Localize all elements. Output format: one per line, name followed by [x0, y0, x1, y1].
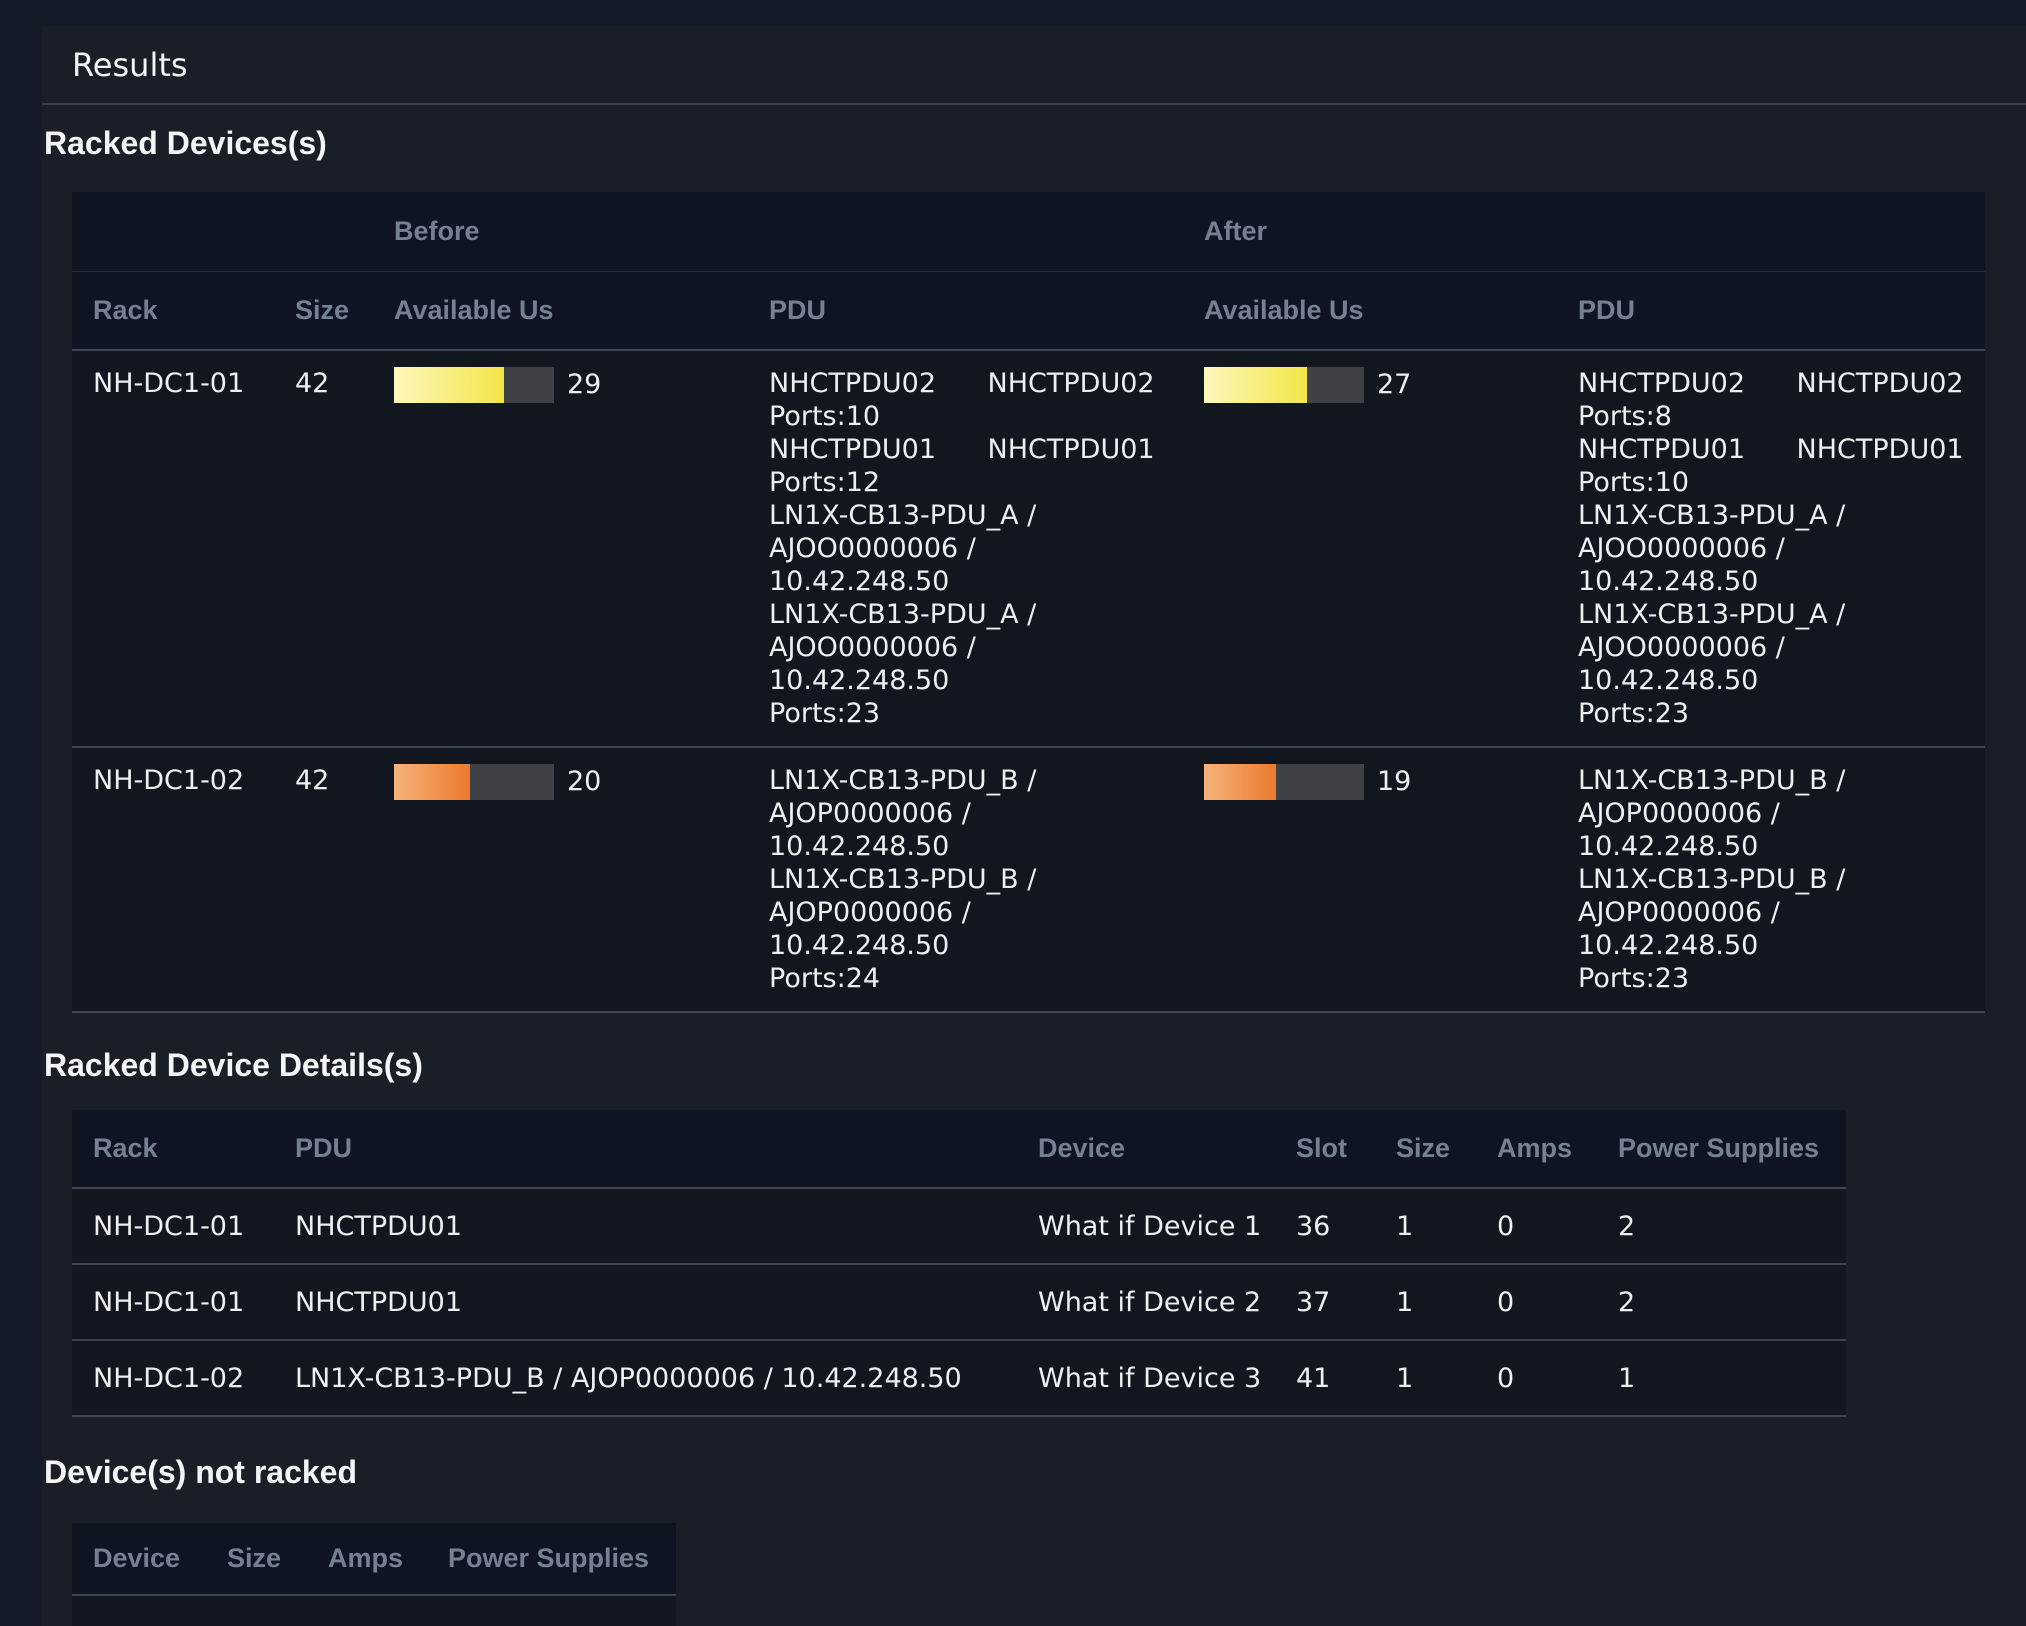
details-table-row: NH-DC1-02 LN1X-CB13-PDU_B / AJOP0000006 … [72, 1341, 1846, 1417]
pdu-cell: NHCTPDU01 [274, 1210, 1017, 1243]
results-card-header: Results [42, 26, 2026, 105]
not-racked-empty-row [72, 1596, 676, 1626]
column-header-rack: Rack [72, 1133, 274, 1164]
column-header-pdu-after: PDU [1557, 295, 1985, 326]
column-header-power-supplies: Power Supplies [1597, 1133, 1846, 1164]
rack-cell: NH-DC1-01 [72, 1286, 274, 1319]
available-us-after-cell: 19 [1183, 764, 1557, 995]
rack-cell: NH-DC1-02 [72, 1362, 274, 1395]
results-page: Results Racked Devices(s) Before After R… [0, 0, 2026, 1626]
results-card: Results Racked Devices(s) Before After R… [42, 26, 2026, 1626]
pdu-after-cell: NHCTPDU02 NHCTPDU02 Ports:8 NHCTPDU01 NH… [1557, 367, 1985, 730]
size-cell: 42 [274, 367, 373, 730]
availability-bar [394, 764, 554, 800]
racked-devices-table: Before After Rack Size Available Us PDU … [72, 192, 1985, 1013]
racked-device-details-section-title: Racked Device Details(s) [44, 1047, 2026, 1084]
pdu-before-cell: LN1X-CB13-PDU_B / AJOP0000006 / 10.42.24… [748, 764, 1183, 995]
pdu-cell: NHCTPDU01 [274, 1286, 1017, 1319]
availability-bar [1204, 367, 1364, 403]
slot-cell: 36 [1275, 1210, 1375, 1243]
device-cell: What if Device 1 [1017, 1210, 1275, 1243]
device-cell: What if Device 2 [1017, 1286, 1275, 1319]
column-header-amps: Amps [1476, 1133, 1597, 1164]
size-cell: 1 [1375, 1210, 1476, 1243]
availability-bar [1204, 764, 1364, 800]
availability-bar-fill [1204, 764, 1276, 800]
racked-devices-column-header-row: Rack Size Available Us PDU Available Us … [72, 272, 1985, 351]
details-table-row: NH-DC1-01 NHCTPDU01 What if Device 2 37 … [72, 1265, 1846, 1341]
group-header-before: Before [373, 216, 1183, 247]
available-us-value: 29 [567, 367, 601, 403]
size-cell: 1 [1375, 1286, 1476, 1319]
rack-cell: NH-DC1-01 [72, 1210, 274, 1243]
racked-devices-group-header-row: Before After [72, 192, 1985, 272]
column-header-size: Size [274, 295, 373, 326]
column-header-rack: Rack [72, 295, 274, 326]
power-supplies-cell: 2 [1597, 1210, 1846, 1243]
column-header-slot: Slot [1275, 1133, 1375, 1164]
details-table-row: NH-DC1-01 NHCTPDU01 What if Device 1 36 … [72, 1189, 1846, 1265]
column-header-pdu: PDU [274, 1133, 1017, 1164]
devices-not-racked-section-title: Device(s) not racked [44, 1454, 2026, 1491]
size-cell: 42 [274, 764, 373, 995]
column-header-power-supplies: Power Supplies [427, 1543, 676, 1574]
availability-bar-fill [394, 367, 504, 403]
device-cell: What if Device 3 [1017, 1362, 1275, 1395]
available-us-before-cell: 29 [373, 367, 748, 730]
amps-cell: 0 [1476, 1286, 1597, 1319]
details-column-header-row: Rack PDU Device Slot Size Amps Power Sup… [72, 1110, 1846, 1189]
column-header-device: Device [1017, 1133, 1275, 1164]
availability-bar [394, 367, 554, 403]
group-header-after: After [1183, 216, 1985, 247]
column-header-device: Device [72, 1543, 206, 1574]
amps-cell: 0 [1476, 1362, 1597, 1395]
column-header-available-before: Available Us [373, 295, 748, 326]
rack-cell: NH-DC1-02 [72, 764, 274, 995]
rack-cell: NH-DC1-01 [72, 367, 274, 730]
size-cell: 1 [1375, 1362, 1476, 1395]
slot-cell: 37 [1275, 1286, 1375, 1319]
pdu-after-cell: LN1X-CB13-PDU_B / AJOP0000006 / 10.42.24… [1557, 764, 1985, 995]
pdu-cell: LN1X-CB13-PDU_B / AJOP0000006 / 10.42.24… [274, 1362, 1017, 1395]
column-header-size: Size [206, 1543, 307, 1574]
available-us-value: 19 [1377, 764, 1411, 800]
column-header-available-after: Available Us [1183, 295, 1557, 326]
amps-cell: 0 [1476, 1210, 1597, 1243]
power-supplies-cell: 1 [1597, 1362, 1846, 1395]
page-title: Results [72, 46, 188, 84]
not-racked-column-header-row: Device Size Amps Power Supplies [72, 1523, 676, 1596]
devices-not-racked-table: Device Size Amps Power Supplies [72, 1523, 676, 1626]
racked-device-details-table: Rack PDU Device Slot Size Amps Power Sup… [72, 1110, 1846, 1417]
column-header-amps: Amps [307, 1543, 427, 1574]
column-header-pdu-before: PDU [748, 295, 1183, 326]
racked-devices-table-row: NH-DC1-01 42 29 NHCTPDU02 NHCTPDU02 Port… [72, 351, 1985, 748]
available-us-after-cell: 27 [1183, 367, 1557, 730]
slot-cell: 41 [1275, 1362, 1375, 1395]
column-header-size: Size [1375, 1133, 1476, 1164]
availability-bar-fill [1204, 367, 1307, 403]
availability-bar-fill [394, 764, 470, 800]
racked-devices-section-title: Racked Devices(s) [44, 125, 2026, 162]
pdu-before-cell: NHCTPDU02 NHCTPDU02 Ports:10 NHCTPDU01 N… [748, 367, 1183, 730]
available-us-before-cell: 20 [373, 764, 748, 995]
available-us-value: 27 [1377, 367, 1411, 403]
power-supplies-cell: 2 [1597, 1286, 1846, 1319]
racked-devices-table-row: NH-DC1-02 42 20 LN1X-CB13-PDU_B / AJOP00… [72, 748, 1985, 1013]
available-us-value: 20 [567, 764, 601, 800]
